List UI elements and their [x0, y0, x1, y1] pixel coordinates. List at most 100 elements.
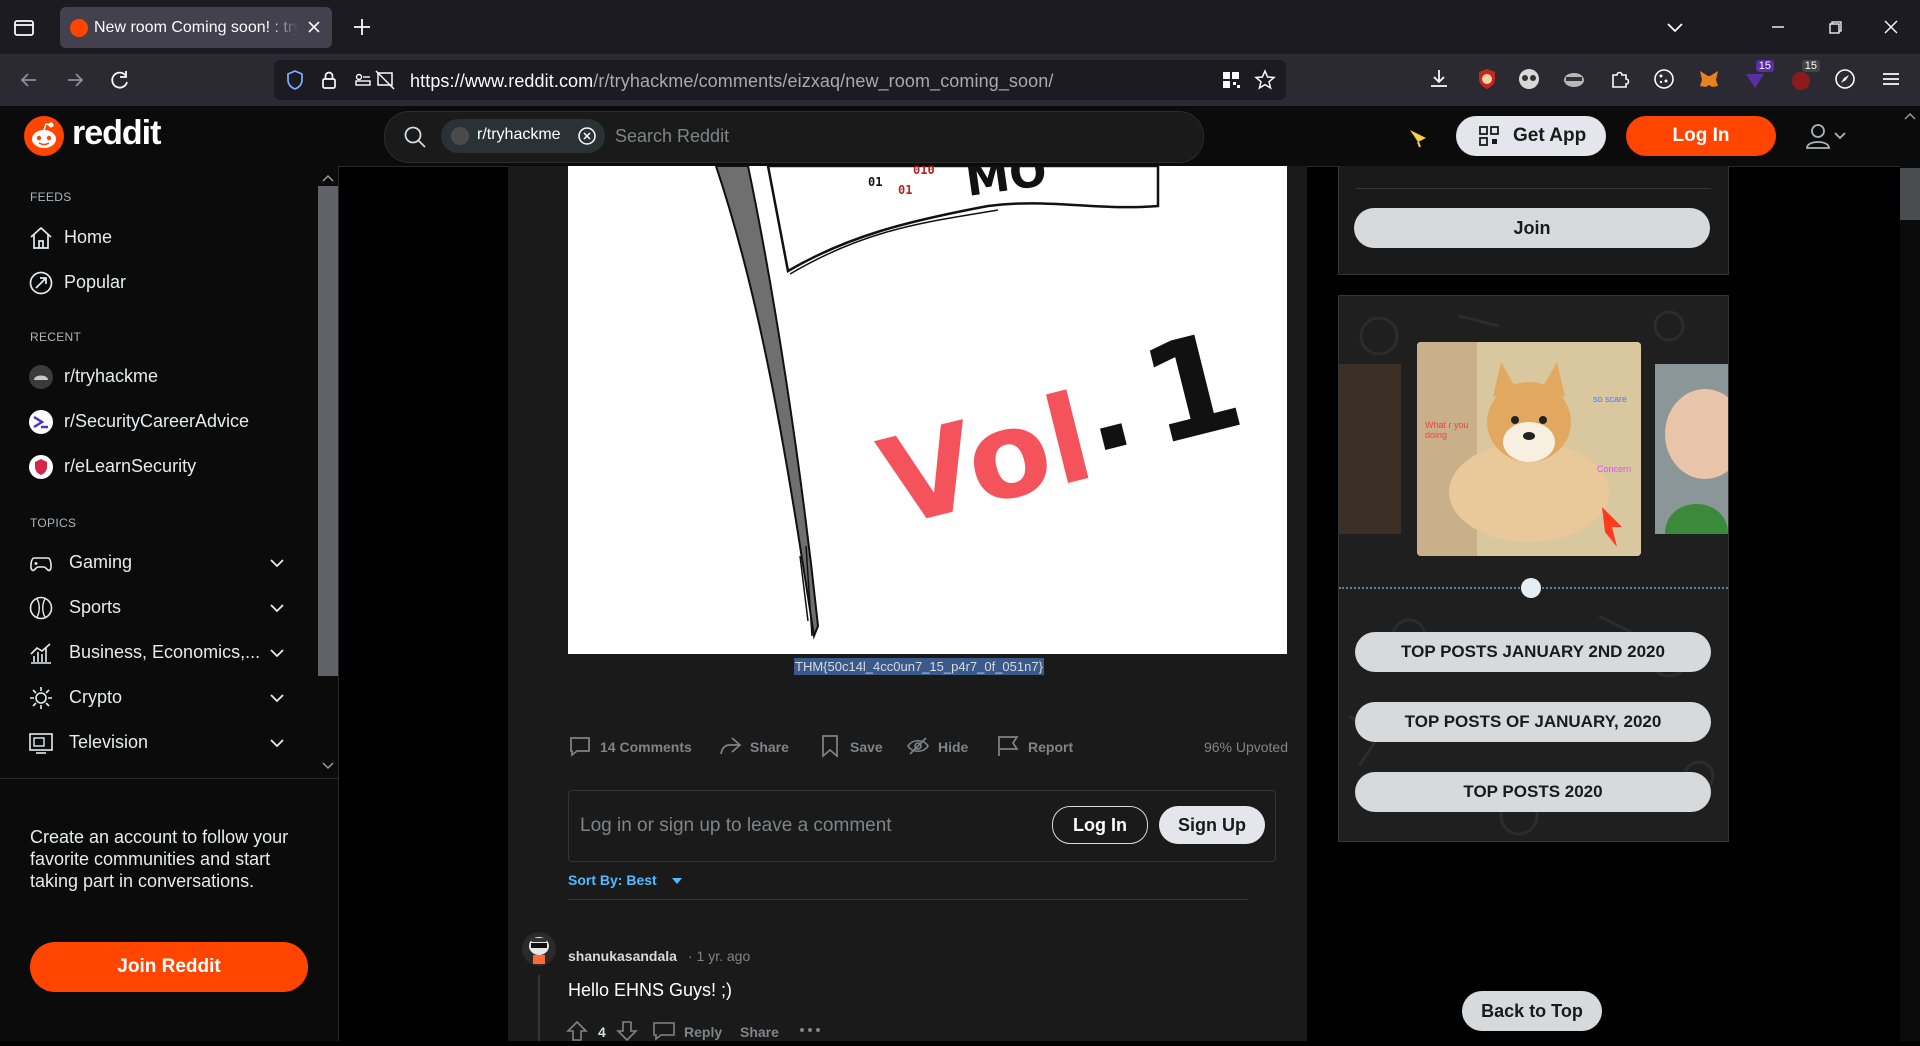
- save-button[interactable]: Save: [818, 730, 888, 762]
- join-reddit-button[interactable]: Join Reddit: [30, 942, 308, 992]
- comment-share-button[interactable]: Share: [740, 1024, 779, 1040]
- browser-tab-active[interactable]: New room Coming soon! : tryhackme: [60, 7, 332, 48]
- reply-icon[interactable]: [652, 1020, 676, 1042]
- get-app-button[interactable]: Get App: [1456, 116, 1606, 156]
- permissions-icon[interactable]: [354, 69, 398, 91]
- comment-signup-button[interactable]: Sign Up: [1159, 806, 1265, 844]
- extension-purple-icon[interactable]: 15: [1742, 60, 1774, 92]
- subreddit-avatar: [451, 127, 469, 145]
- sidebar-topic-business[interactable]: Business, Economics,...: [28, 636, 286, 670]
- sidebar-item-tryhackme[interactable]: r/tryhackme: [28, 360, 288, 394]
- search-bar[interactable]: r/tryhackme Search Reddit: [384, 111, 1204, 163]
- comment-login-button[interactable]: Log In: [1052, 806, 1148, 844]
- caret-down-icon[interactable]: [672, 878, 682, 886]
- downvote-icon[interactable]: [616, 1020, 638, 1042]
- comment-actions: 4 Reply Share: [566, 1018, 826, 1046]
- list-all-tabs-icon[interactable]: [1662, 14, 1688, 40]
- scroll-up-icon[interactable]: [1900, 106, 1920, 126]
- home-icon: [30, 226, 52, 249]
- bookmark-star-icon[interactable]: [1254, 69, 1276, 91]
- qr-code-icon[interactable]: [1220, 69, 1242, 91]
- minimize-icon[interactable]: [1765, 14, 1791, 40]
- extension-compass-icon[interactable]: [1832, 66, 1858, 92]
- carousel-image-next[interactable]: [1655, 364, 1728, 534]
- tab-list-icon[interactable]: [10, 15, 38, 39]
- reddit-logo-icon[interactable]: [24, 116, 64, 156]
- extensions-puzzle-icon[interactable]: [1607, 66, 1633, 92]
- sports-icon: [29, 596, 53, 620]
- sidebar-item-elearnsecurity[interactable]: r/eLearnSecurity: [28, 450, 288, 484]
- url-text[interactable]: https://www.reddit.com/r/tryhackme/comme…: [410, 71, 1053, 92]
- tab-close-icon[interactable]: [306, 19, 322, 35]
- gamepad-icon: [30, 557, 52, 572]
- chevron-down-icon[interactable]: [268, 554, 286, 572]
- comment-author[interactable]: shanukasandala: [568, 948, 677, 964]
- advertise-icon[interactable]: [1406, 124, 1432, 150]
- report-label: Report: [1028, 739, 1074, 755]
- tryhackme-avatar-icon: [29, 365, 53, 389]
- lock-icon[interactable]: [318, 69, 340, 91]
- share-icon: [720, 737, 742, 755]
- sidebar-topic-television[interactable]: Television: [28, 726, 286, 760]
- join-community-button[interactable]: Join: [1354, 208, 1710, 248]
- sidebar-scrollbar-thumb[interactable]: [318, 186, 338, 676]
- chip-remove-icon[interactable]: [577, 126, 597, 146]
- login-button[interactable]: Log In: [1626, 116, 1776, 156]
- sidebar-item-securitycareeradvice[interactable]: r/SecurityCareerAdvice: [28, 405, 288, 439]
- chevron-down-icon[interactable]: [268, 599, 286, 617]
- extension-racoon-icon[interactable]: [1561, 66, 1587, 92]
- hide-button[interactable]: Hide: [906, 730, 976, 762]
- forward-icon[interactable]: [62, 67, 88, 93]
- extension-ublock-icon[interactable]: [1474, 66, 1500, 92]
- new-tab-icon[interactable]: [350, 15, 374, 39]
- top-posts-month-button[interactable]: TOP POSTS OF JANUARY, 2020: [1355, 702, 1711, 742]
- reload-icon[interactable]: [107, 67, 133, 93]
- reddit-wordmark[interactable]: reddit: [72, 114, 161, 153]
- more-options-icon[interactable]: [798, 1020, 822, 1040]
- url-bar[interactable]: https://www.reddit.com/r/tryhackme/comme…: [274, 60, 1286, 100]
- top-posts-day-button[interactable]: TOP POSTS JANUARY 2ND 2020: [1355, 632, 1711, 672]
- sidebar-item-home[interactable]: Home: [28, 221, 288, 255]
- chevron-down-icon[interactable]: [268, 734, 286, 752]
- hamburger-menu-icon[interactable]: [1878, 66, 1904, 92]
- carousel-image-prev[interactable]: [1339, 364, 1401, 534]
- post-image[interactable]: MO 01 01 010 Vol 1: [568, 166, 1287, 654]
- feeds-section-label: FEEDS: [30, 190, 72, 204]
- sidebar-topic-gaming[interactable]: Gaming: [28, 546, 286, 580]
- upvote-icon[interactable]: [566, 1020, 588, 1042]
- sidebar-topic-sports[interactable]: Sports: [28, 591, 286, 625]
- user-menu-icon[interactable]: [1804, 120, 1850, 152]
- back-to-top-button[interactable]: Back to Top: [1462, 991, 1602, 1031]
- search-community-chip[interactable]: r/tryhackme: [441, 119, 605, 153]
- share-button[interactable]: Share: [718, 730, 798, 762]
- page-scrollbar[interactable]: [1900, 106, 1920, 1041]
- comments-button[interactable]: 14 Comments: [568, 730, 708, 762]
- sidebar-topic-crypto[interactable]: Crypto: [28, 681, 286, 715]
- sort-by-dropdown[interactable]: Sort By: Best: [568, 872, 657, 888]
- extension-face-icon[interactable]: [1516, 66, 1542, 92]
- sidebar-item-label: r/tryhackme: [64, 366, 159, 386]
- close-window-icon[interactable]: [1878, 14, 1904, 40]
- page-scrollbar-thumb[interactable]: [1900, 168, 1920, 220]
- avatar[interactable]: [522, 932, 556, 966]
- extension-cookie-icon[interactable]: [1651, 66, 1677, 92]
- comment-thread-line[interactable]: [538, 975, 540, 1041]
- vol-dot: [1100, 423, 1127, 450]
- carousel-slider-handle[interactable]: [1521, 578, 1541, 598]
- reddit-header: reddit r/tryhackme Search Reddit Get App…: [0, 106, 1900, 167]
- restore-icon[interactable]: [1822, 14, 1848, 40]
- reply-button[interactable]: Reply: [684, 1024, 722, 1040]
- search-input[interactable]: Search Reddit: [615, 126, 729, 147]
- top-posts-year-button[interactable]: TOP POSTS 2020: [1355, 772, 1711, 812]
- chevron-down-icon[interactable]: [268, 644, 286, 662]
- back-icon[interactable]: [16, 67, 42, 93]
- extension-metamask-fox-icon[interactable]: [1696, 66, 1722, 92]
- downloads-icon[interactable]: [1426, 66, 1452, 92]
- sort-divider: [568, 899, 1248, 900]
- extension-red-icon[interactable]: 15: [1788, 60, 1820, 92]
- tracking-shield-icon[interactable]: [284, 69, 306, 91]
- carousel-image-doge[interactable]: so scare What r you doing Concern: [1417, 342, 1641, 556]
- report-button[interactable]: Report: [996, 730, 1086, 762]
- chevron-down-icon[interactable]: [268, 689, 286, 707]
- sidebar-item-popular[interactable]: Popular: [28, 266, 288, 300]
